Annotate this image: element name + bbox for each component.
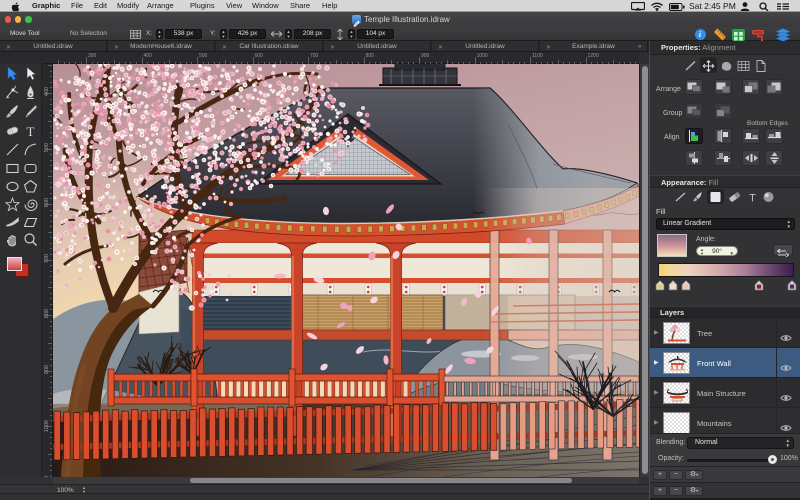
svg-text:T: T — [27, 124, 35, 139]
svg-text:T: T — [749, 193, 756, 204]
